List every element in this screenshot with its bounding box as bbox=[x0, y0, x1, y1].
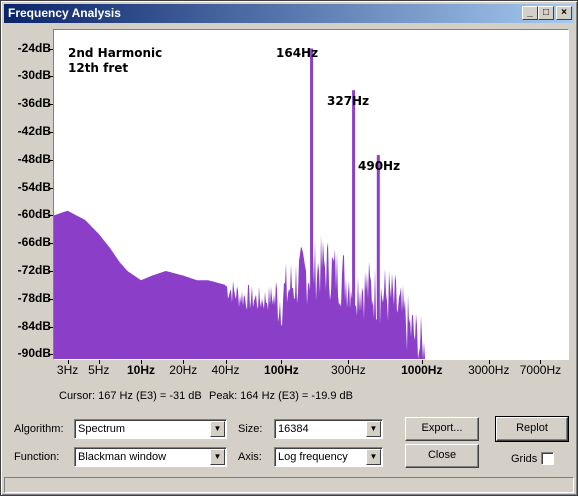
cursor-readout: Cursor: 167 Hz (E3) = -31 dB bbox=[59, 390, 202, 402]
x-tick-mark bbox=[67, 360, 69, 364]
peak-label-327: 327Hz bbox=[327, 94, 370, 108]
algorithm-label: Algorithm: bbox=[14, 423, 64, 435]
size-value: 16384 bbox=[278, 423, 309, 435]
export-button[interactable]: Export... bbox=[405, 417, 479, 441]
spectrum-peak-327Hz bbox=[352, 90, 356, 359]
spectrum-peak-490Hz bbox=[376, 155, 380, 359]
x-tick-label: 1000Hz bbox=[401, 363, 443, 377]
function-select[interactable]: Blackman window ▼ bbox=[74, 447, 227, 467]
spectrum-graph bbox=[54, 48, 428, 359]
close-window-button[interactable]: × bbox=[556, 6, 572, 20]
x-tick-label: 100Hz bbox=[264, 363, 299, 377]
x-tick-mark bbox=[98, 360, 100, 364]
y-tick-label: -84dB bbox=[17, 318, 51, 333]
axis-select[interactable]: Log frequency ▼ bbox=[274, 447, 383, 467]
peak-label-164: 164Hz bbox=[276, 46, 319, 60]
x-tick-label: 20Hz bbox=[169, 363, 198, 377]
size-label: Size: bbox=[238, 423, 263, 435]
x-tick-mark bbox=[225, 360, 227, 364]
algorithm-value: Spectrum bbox=[78, 423, 126, 435]
size-select[interactable]: 16384 ▼ bbox=[274, 419, 383, 439]
frequency-analysis-window: Frequency Analysis _ □ × -24dB -30dB -36dB… bbox=[0, 0, 578, 496]
x-tick-mark bbox=[540, 360, 542, 364]
spectrum-area bbox=[54, 210, 428, 359]
window-title: Frequency Analysis bbox=[8, 6, 121, 20]
y-tick-label: -24dB bbox=[17, 40, 51, 55]
spectrum-peak-164Hz bbox=[310, 48, 314, 359]
peak-label-490: 490Hz bbox=[358, 159, 401, 173]
y-tick-label: -60dB bbox=[17, 207, 51, 222]
maximize-button[interactable]: □ bbox=[538, 6, 554, 20]
grids-label: Grids bbox=[511, 453, 538, 465]
grids-checkbox[interactable] bbox=[541, 452, 554, 465]
y-tick-label: -90dB bbox=[17, 346, 51, 361]
y-tick-label: -54dB bbox=[17, 179, 51, 194]
y-tick-label: -72dB bbox=[17, 262, 51, 277]
y-tick-label: -48dB bbox=[17, 151, 51, 166]
x-tick-mark bbox=[348, 360, 350, 364]
chevron-down-icon[interactable]: ▼ bbox=[366, 421, 381, 437]
function-label: Function: bbox=[14, 451, 60, 463]
title-bar[interactable]: Frequency Analysis _ □ × bbox=[4, 4, 574, 23]
x-tick-label: 7000Hz bbox=[519, 363, 562, 377]
x-tick-mark bbox=[488, 360, 490, 364]
x-tick-mark bbox=[421, 360, 423, 364]
x-tick-label: 40Hz bbox=[211, 363, 240, 377]
algorithm-select[interactable]: Spectrum ▼ bbox=[74, 419, 227, 439]
chevron-down-icon[interactable]: ▼ bbox=[210, 421, 225, 437]
chevron-down-icon[interactable]: ▼ bbox=[210, 449, 225, 465]
x-tick-mark bbox=[141, 360, 142, 364]
x-tick-label: 300Hz bbox=[331, 363, 366, 377]
replot-button[interactable]: Replot bbox=[495, 416, 569, 442]
minimize-button[interactable]: _ bbox=[522, 6, 538, 20]
peak-readout: Peak: 164 Hz (E3) = -19.9 dB bbox=[209, 390, 353, 402]
x-tick-label: 3Hz bbox=[56, 363, 79, 377]
spectrum-plot[interactable]: 2nd Harmonic 12th fret 164Hz 327Hz 490Hz bbox=[53, 29, 569, 360]
harmonic-annotation: 2nd Harmonic bbox=[68, 46, 163, 60]
y-tick-label: -42dB bbox=[17, 123, 51, 138]
status-bar bbox=[4, 477, 574, 493]
x-tick-label: 3000Hz bbox=[468, 363, 510, 377]
chevron-down-icon[interactable]: ▼ bbox=[366, 449, 381, 465]
axis-value: Log frequency bbox=[278, 451, 348, 463]
x-tick-mark bbox=[281, 360, 283, 364]
x-tick-mark bbox=[183, 360, 185, 364]
axis-label: Axis: bbox=[238, 451, 262, 463]
function-value: Blackman window bbox=[78, 451, 167, 463]
fret-annotation: 12th fret bbox=[68, 61, 129, 75]
close-button[interactable]: Close bbox=[405, 444, 479, 468]
y-tick-label: -30dB bbox=[17, 68, 51, 83]
x-tick-label: 10Hz bbox=[127, 363, 156, 377]
y-tick-label: -36dB bbox=[17, 96, 51, 111]
y-tick-label: -78dB bbox=[17, 290, 51, 305]
y-tick-label: -66dB bbox=[17, 235, 51, 250]
x-tick-label: 5Hz bbox=[88, 363, 110, 377]
